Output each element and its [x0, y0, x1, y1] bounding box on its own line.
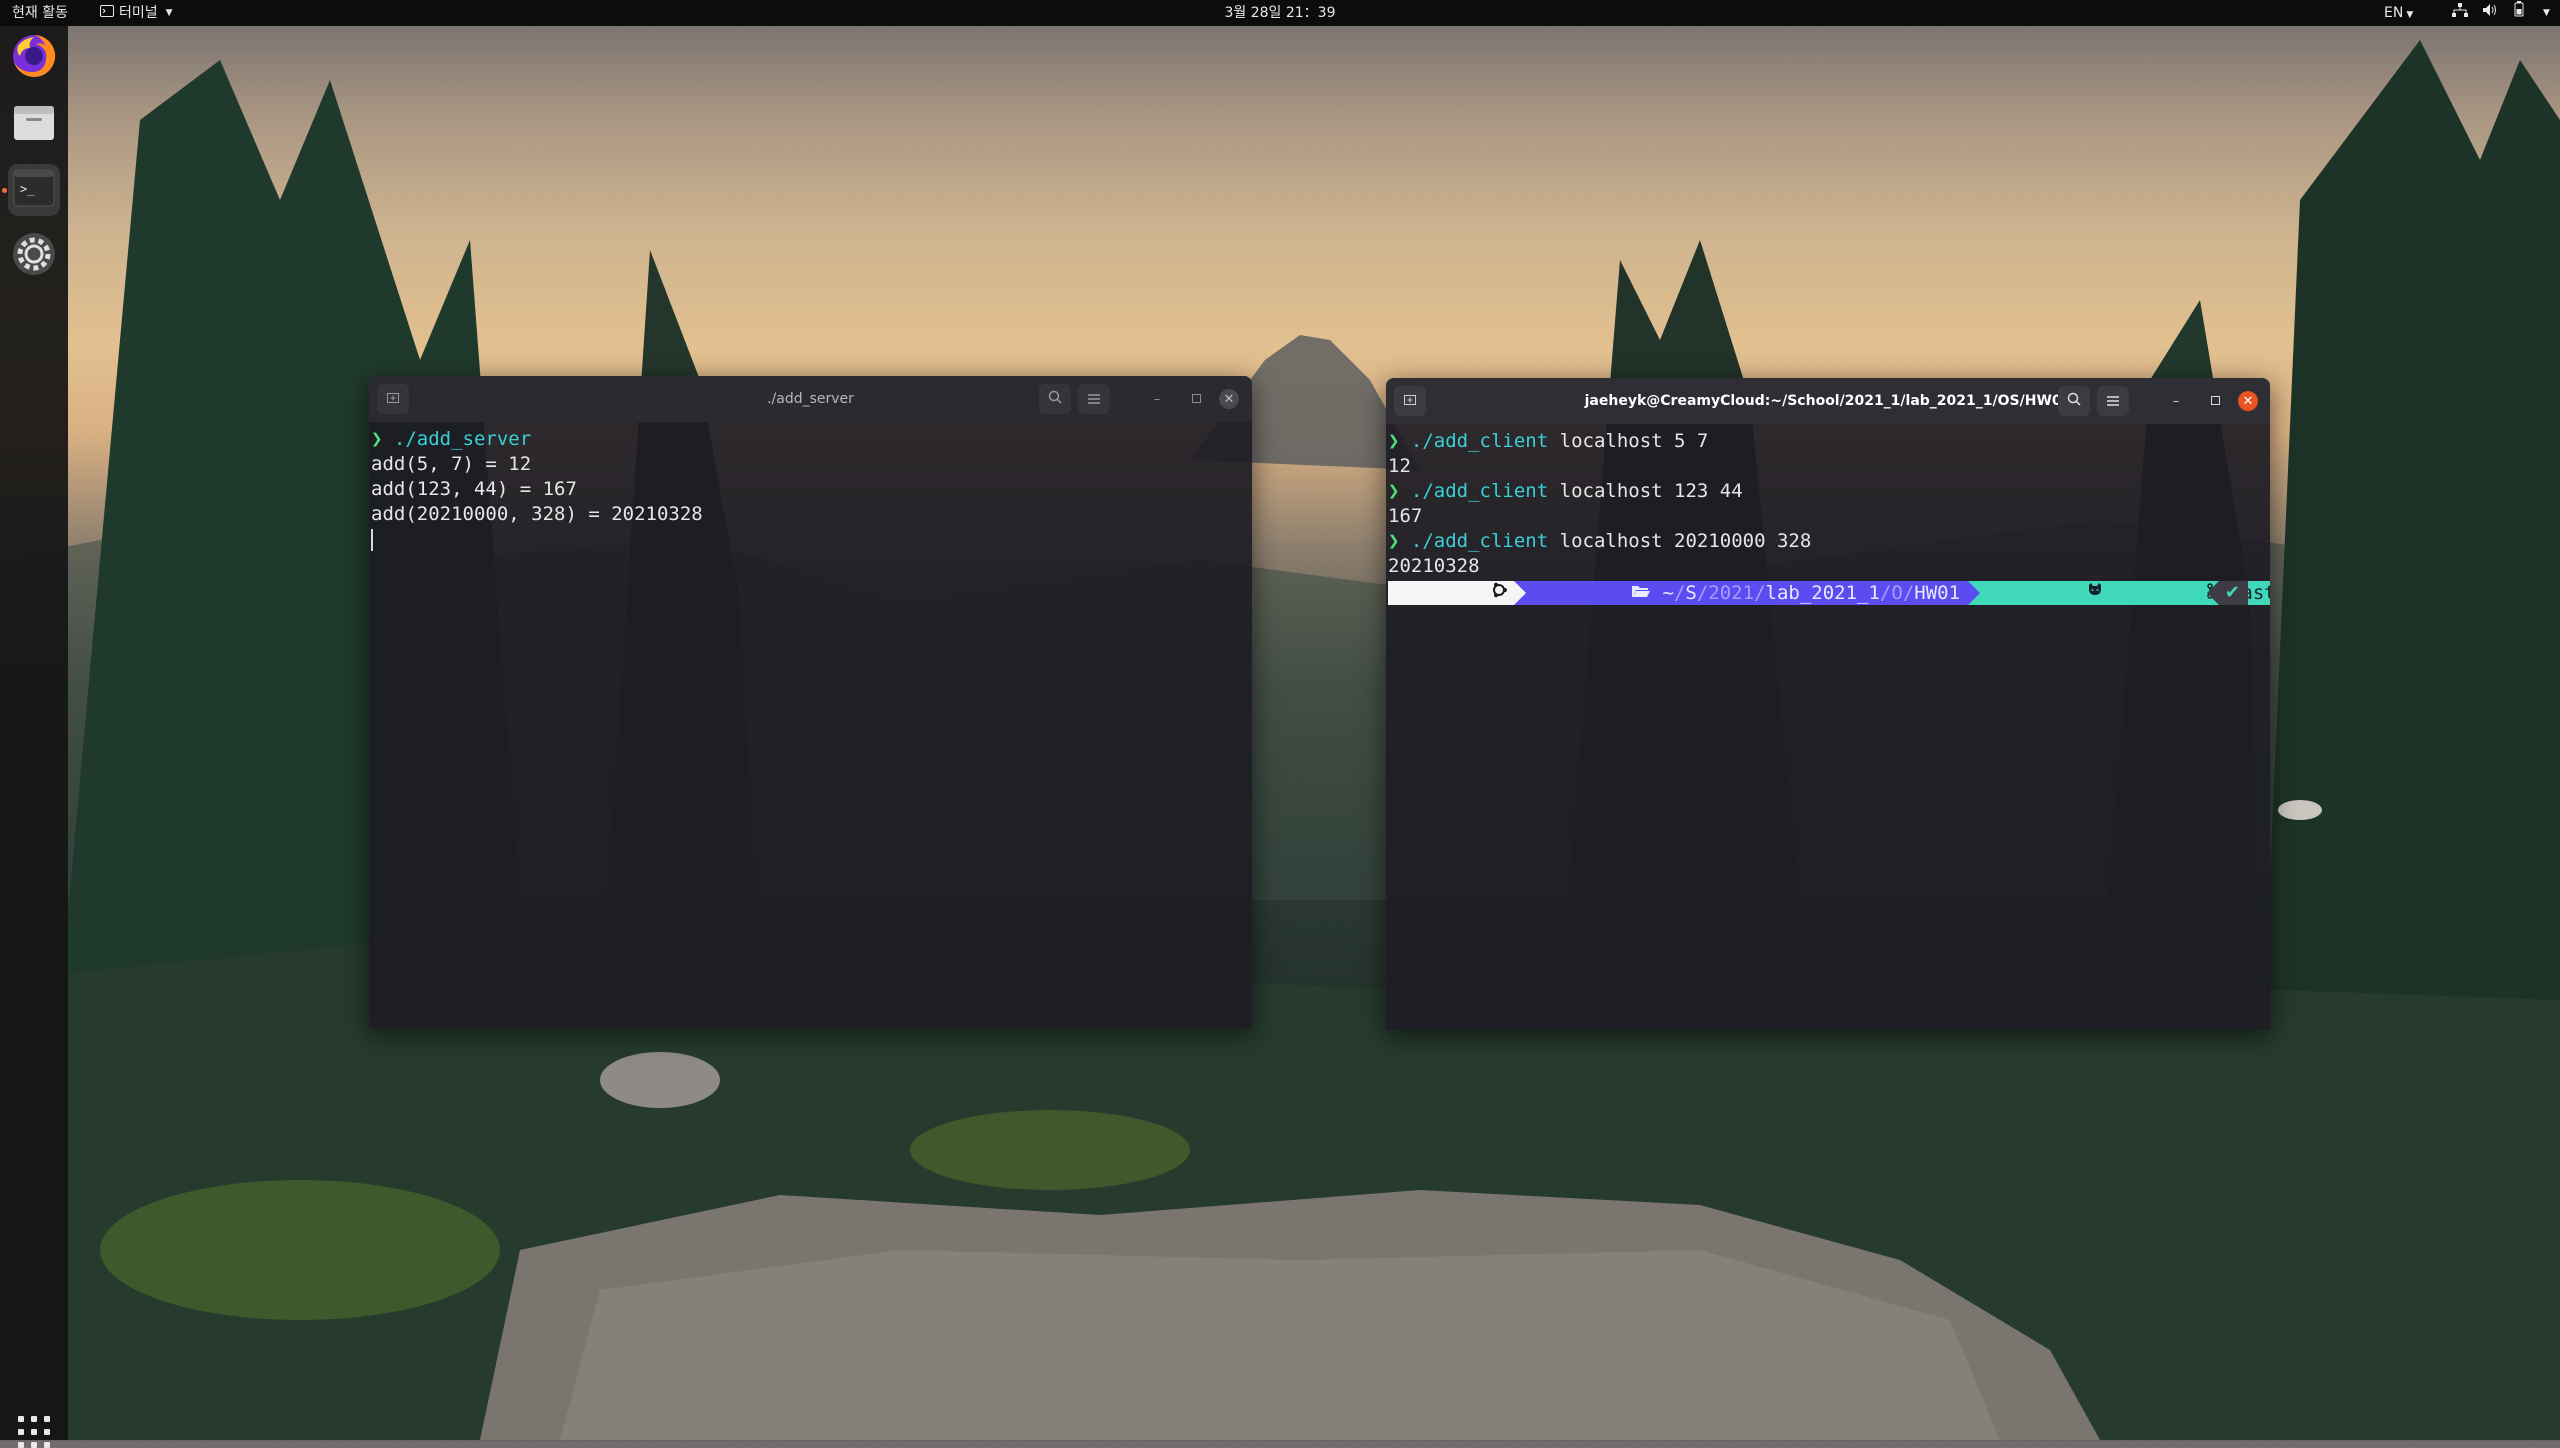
dock-item-settings[interactable] [8, 230, 60, 282]
terminal-icon: >_ [13, 169, 55, 211]
prompt-arrow: ❯ [1388, 480, 1400, 502]
minimize-button[interactable]: – [2166, 391, 2186, 411]
chevron-down-icon: ▼ [2543, 8, 2550, 18]
terminal-line: 12 [1388, 455, 1411, 477]
header-bar[interactable]: jaeheyk@CreamyCloud:~/School/2021_1/lab_… [1386, 378, 2270, 424]
dock-item-firefox[interactable] [8, 32, 60, 84]
maximize-button[interactable] [2205, 391, 2225, 411]
app-grid-icon[interactable] [18, 1416, 50, 1448]
path-part: 2021 [1708, 582, 1755, 604]
segment-separator [2206, 581, 2219, 605]
github-icon [1994, 557, 2104, 629]
path-separator: / [1902, 582, 1915, 604]
close-icon: ✕ [1223, 391, 1235, 407]
terminal-line: ❯ ./add_client localhost 5 7 [1388, 429, 2270, 454]
terminal-line: ❯ ./add_server [371, 427, 1252, 452]
clock[interactable]: 3월 28일 21：39 [0, 0, 2560, 26]
text-cursor [371, 528, 373, 551]
new-tab-icon [386, 390, 400, 408]
search-icon [2067, 392, 2081, 410]
segment-separator [1513, 581, 1526, 605]
window-title: jaeheyk@CreamyCloud:~/School/2021_1/lab_… [1584, 393, 2072, 409]
powerline-prompt: ~/S/2021/lab_2021_1/O/HW01 master [1388, 581, 2270, 605]
new-tab-icon [1403, 392, 1417, 410]
dock-item-files[interactable] [8, 98, 60, 150]
path-separator: / [1754, 582, 1766, 604]
ubuntu-icon [1398, 557, 1508, 629]
terminal-output[interactable]: ❯ ./add_server add(5, 7) = 12 add(123, 44)… [371, 427, 1252, 1028]
folder-icon [1540, 557, 1652, 629]
terminal-line: ❯ ./add_client localhost 20210000 328 [1388, 529, 2270, 554]
menu-button[interactable] [1078, 384, 1110, 414]
terminal-window-client[interactable]: jaeheyk@CreamyCloud:~/School/2021_1/lab_… [1386, 378, 2270, 1030]
minimize-button[interactable]: – [1147, 389, 1167, 409]
prompt-arrow: ❯ [1388, 530, 1400, 552]
terminal-line: add(123, 44) = 167 [371, 478, 577, 500]
hamburger-icon [1088, 390, 1100, 408]
segment-separator [1968, 581, 1981, 605]
command-args: localhost 5 7 [1548, 430, 1709, 452]
path-part: O [1891, 582, 1903, 604]
command-text: ./add_client [1410, 430, 1549, 452]
terminal-line: 167 [1388, 505, 1423, 527]
files-icon [12, 102, 56, 146]
maximize-button[interactable] [1186, 389, 1206, 409]
new-tab-button[interactable] [1394, 386, 1426, 416]
prompt-arrow: ❯ [1388, 430, 1400, 452]
running-indicator [2, 188, 7, 193]
path-part: HW01 [1914, 582, 1961, 604]
command-text: ./add_client [1410, 530, 1549, 552]
path-part: S [1685, 582, 1697, 604]
terminal-window-server[interactable]: ./add_server – ✕ ❯ ./add_server add(5, 7)… [369, 376, 1252, 1028]
maximize-icon [2210, 394, 2220, 409]
input-source-label: EN [2384, 5, 2404, 21]
battery-icon [2512, 0, 2526, 26]
path-part: lab_2021_1 [1765, 582, 1880, 604]
search-button[interactable] [1039, 384, 1071, 414]
window-title: ./add_server [767, 391, 854, 407]
dock: >_ [0, 26, 68, 1448]
close-button[interactable]: ✕ [2238, 391, 2258, 411]
path-separator: / [1673, 582, 1686, 604]
status-segment: ✔ [2206, 581, 2248, 605]
close-icon: ✕ [2242, 393, 2254, 409]
close-button[interactable]: ✕ [1219, 389, 1239, 409]
settings-icon [11, 231, 57, 281]
path-separator: / [1696, 582, 1709, 604]
command-text: ./add_server [393, 428, 532, 450]
search-icon [1048, 390, 1062, 408]
input-source-indicator[interactable]: EN ▼ [2384, 0, 2413, 26]
command-args: localhost 123 44 [1548, 480, 1743, 502]
terminal-line: add(20210000, 328) = 20210328 [371, 503, 703, 525]
top-bar: 현재 활동 터미널 ▼ 3월 28일 21：39 EN ▼ ▼ [0, 0, 2560, 26]
terminal-output[interactable]: ❯ ./add_client localhost 5 7 12 ❯ ./add_cl… [1388, 429, 2270, 1030]
search-button[interactable] [2058, 386, 2090, 416]
menu-button[interactable] [2097, 386, 2129, 416]
git-branch-icon [2115, 557, 2219, 629]
system-menu[interactable]: ▼ [2452, 0, 2550, 26]
terminal-line: add(5, 7) = 12 [371, 453, 532, 475]
firefox-icon [10, 32, 58, 84]
volume-icon [2482, 0, 2498, 26]
hamburger-icon [2107, 392, 2119, 410]
path-home: ~ [1662, 582, 1674, 604]
svg-text:>_: >_ [20, 182, 35, 196]
chevron-down-icon: ▼ [2406, 10, 2414, 20]
minimize-icon: – [1153, 391, 1161, 407]
header-bar[interactable]: ./add_server – ✕ [369, 376, 1252, 422]
command-text: ./add_client [1410, 480, 1549, 502]
terminal-line [371, 527, 1252, 552]
prompt-arrow: ❯ [371, 428, 383, 450]
maximize-icon [1191, 392, 1201, 407]
os-segment [1388, 581, 1514, 605]
check-icon: ✔ [2218, 581, 2248, 605]
minimize-icon: – [2172, 393, 2180, 409]
path-segment: ~ / S/2021/lab_2021_1/O / HW01 [1525, 581, 1969, 605]
path-separator: / [1879, 582, 1892, 604]
dock-item-terminal[interactable]: >_ [8, 164, 60, 216]
terminal-line: ❯ ./add_client localhost 123 44 [1388, 479, 2270, 504]
command-args: localhost 20210000 328 [1548, 530, 1812, 552]
network-icon [2452, 0, 2468, 26]
new-tab-button[interactable] [377, 384, 409, 414]
